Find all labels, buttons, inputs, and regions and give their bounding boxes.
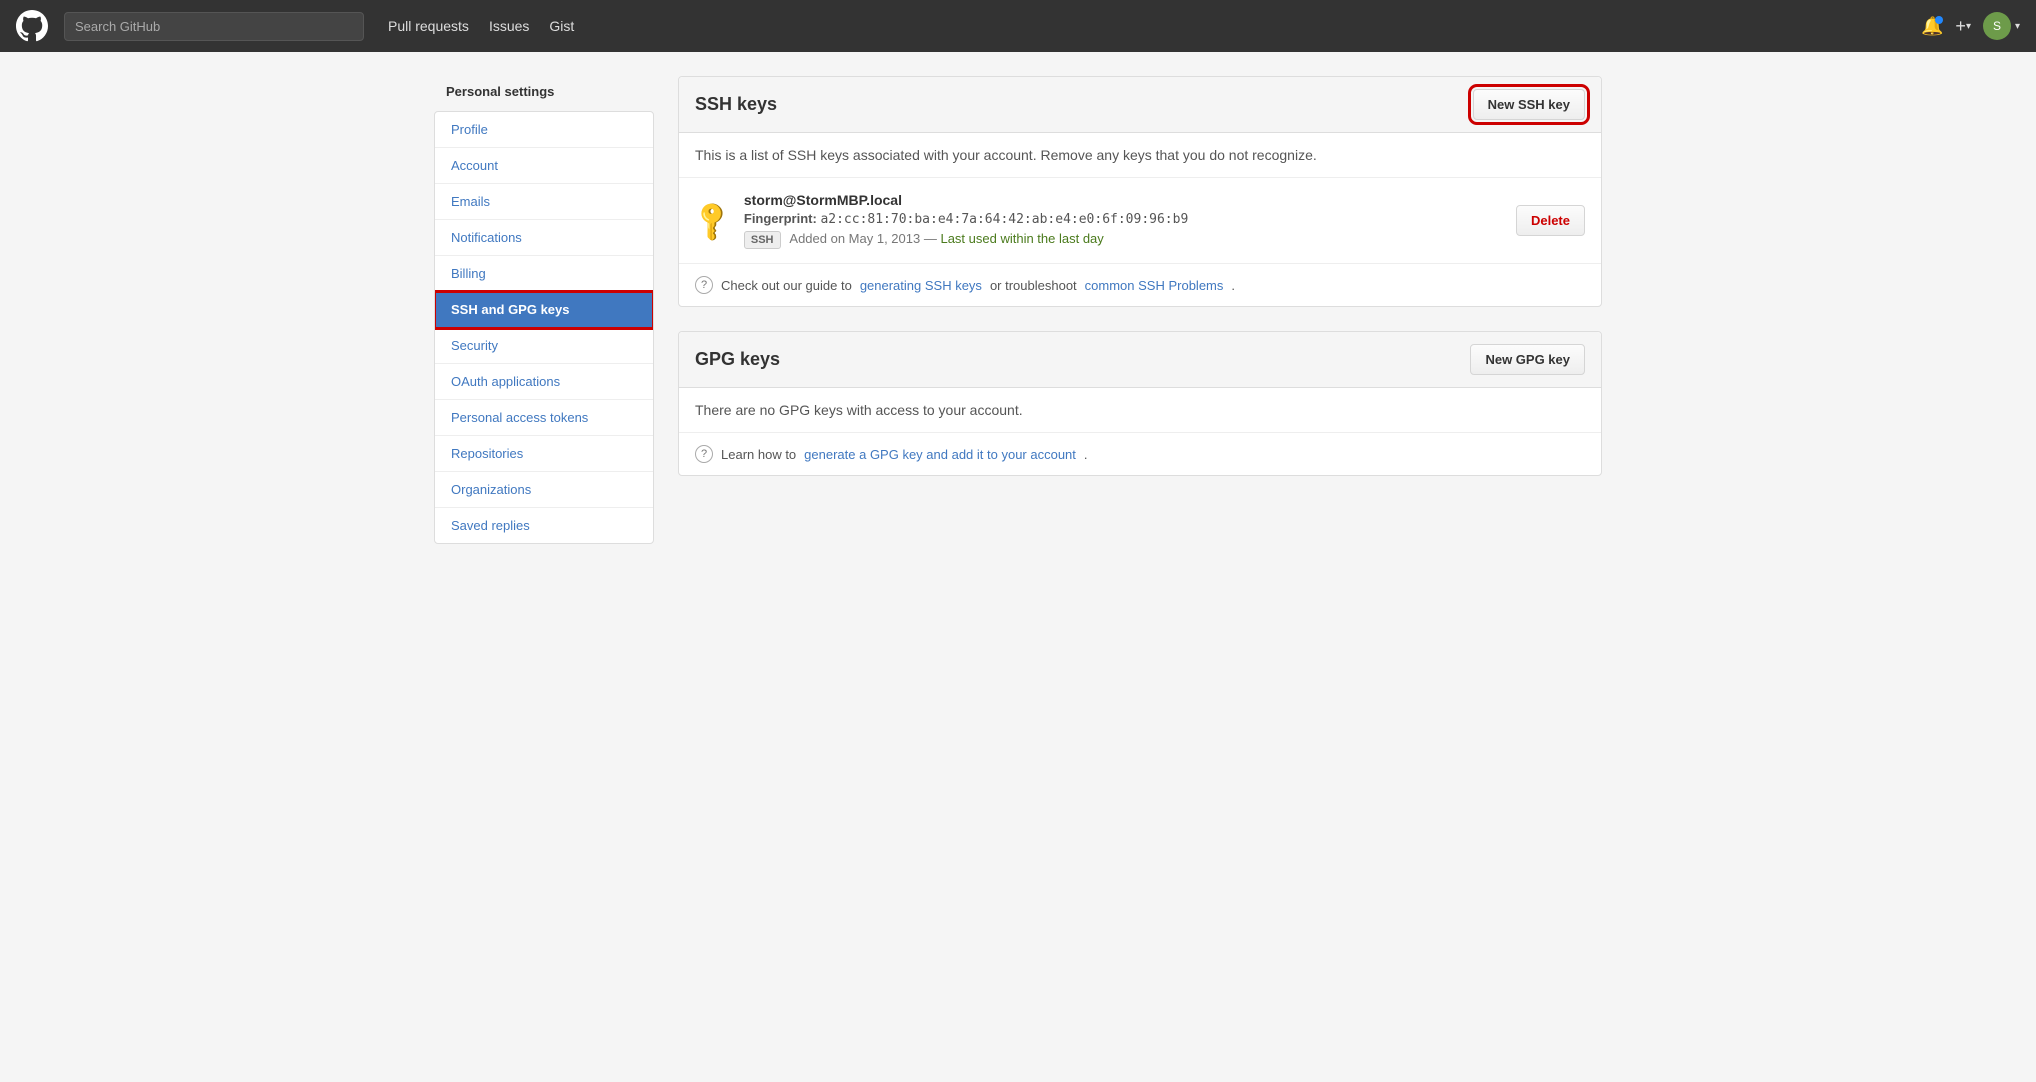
header-nav: Pull requests Issues Gist bbox=[388, 18, 574, 34]
ssh-key-item: 🔑 storm@StormMBP.local Fingerprint: a2:c… bbox=[679, 178, 1601, 264]
ssh-badge: SSH bbox=[744, 231, 781, 249]
sidebar-item-organizations[interactable]: Organizations bbox=[435, 472, 653, 508]
sidebar-item-billing[interactable]: Billing bbox=[435, 256, 653, 292]
sidebar-item-oauth-applications[interactable]: OAuth applications bbox=[435, 364, 653, 400]
key-details: storm@StormMBP.local Fingerprint: a2:cc:… bbox=[744, 192, 1502, 249]
key-last-used: Last used within the last day bbox=[940, 231, 1103, 246]
nav-pull-requests[interactable]: Pull requests bbox=[388, 18, 469, 34]
sidebar-item-ssh-gpg-keys[interactable]: SSH and GPG keys bbox=[435, 292, 653, 328]
ssh-help-suffix: . bbox=[1231, 278, 1235, 293]
gpg-keys-title: GPG keys bbox=[695, 349, 780, 370]
new-gpg-key-button[interactable]: New GPG key bbox=[1470, 344, 1585, 375]
common-ssh-problems-link[interactable]: common SSH Problems bbox=[1085, 278, 1224, 293]
notification-dot bbox=[1935, 16, 1943, 24]
ssh-keys-section: SSH keys New SSH key This is a list of S… bbox=[678, 76, 1602, 307]
add-button[interactable]: + ▾ bbox=[1955, 16, 1971, 37]
plus-icon: + bbox=[1955, 16, 1966, 37]
delete-key-button[interactable]: Delete bbox=[1516, 205, 1585, 236]
gpg-help-suffix: . bbox=[1084, 447, 1088, 462]
new-ssh-key-button[interactable]: New SSH key bbox=[1473, 89, 1585, 120]
generating-ssh-keys-link[interactable]: generating SSH keys bbox=[860, 278, 982, 293]
sidebar-item-emails[interactable]: Emails bbox=[435, 184, 653, 220]
notifications-bell-button[interactable]: 🔔 bbox=[1921, 16, 1943, 37]
gpg-help-icon: ? bbox=[695, 445, 713, 463]
fingerprint-value: a2:cc:81:70:ba:e4:7a:64:42:ab:e4:e0:6f:0… bbox=[820, 212, 1188, 227]
key-fingerprint: Fingerprint: a2:cc:81:70:ba:e4:7a:64:42:… bbox=[744, 211, 1502, 227]
github-logo-icon[interactable] bbox=[16, 10, 48, 42]
sidebar-item-notifications[interactable]: Notifications bbox=[435, 220, 653, 256]
chevron-down-icon: ▾ bbox=[1966, 21, 1971, 32]
key-name: storm@StormMBP.local bbox=[744, 192, 1502, 208]
sidebar-item-saved-replies[interactable]: Saved replies bbox=[435, 508, 653, 543]
search-input[interactable] bbox=[64, 12, 364, 41]
sidebar: Personal settings Profile Account Emails… bbox=[434, 76, 654, 544]
header: Pull requests Issues Gist 🔔 + ▾ S ▾ bbox=[0, 0, 2036, 52]
gpg-help-text: ? Learn how to generate a GPG key and ad… bbox=[679, 433, 1601, 475]
gpg-help-prefix: Learn how to bbox=[721, 447, 796, 462]
gpg-empty-text: There are no GPG keys with access to you… bbox=[679, 388, 1601, 433]
sidebar-item-repositories[interactable]: Repositories bbox=[435, 436, 653, 472]
sidebar-nav: Profile Account Emails Notifications Bil… bbox=[434, 111, 654, 544]
gpg-keys-header: GPG keys New GPG key bbox=[679, 332, 1601, 388]
ssh-keys-title: SSH keys bbox=[695, 94, 777, 115]
nav-issues[interactable]: Issues bbox=[489, 18, 529, 34]
sidebar-title: Personal settings bbox=[434, 76, 654, 107]
nav-gist[interactable]: Gist bbox=[549, 18, 574, 34]
gpg-key-guide-link[interactable]: generate a GPG key and add it to your ac… bbox=[804, 447, 1076, 462]
main-content: SSH keys New SSH key This is a list of S… bbox=[678, 76, 1602, 544]
key-added-date: Added on May 1, 2013 — bbox=[789, 231, 936, 246]
user-menu[interactable]: S ▾ bbox=[1983, 12, 2020, 40]
ssh-help-text: ? Check out our guide to generating SSH … bbox=[679, 264, 1601, 306]
sidebar-item-profile[interactable]: Profile bbox=[435, 112, 653, 148]
help-icon: ? bbox=[695, 276, 713, 294]
chevron-down-icon: ▾ bbox=[2015, 21, 2020, 32]
avatar: S bbox=[1983, 12, 2011, 40]
sidebar-item-security[interactable]: Security bbox=[435, 328, 653, 364]
key-icon: 🔑 bbox=[688, 197, 736, 245]
ssh-keys-header: SSH keys New SSH key bbox=[679, 77, 1601, 133]
fingerprint-label: Fingerprint: bbox=[744, 211, 817, 226]
ssh-keys-description: This is a list of SSH keys associated wi… bbox=[679, 133, 1601, 178]
header-right: 🔔 + ▾ S ▾ bbox=[1921, 12, 2020, 40]
key-meta: SSH Added on May 1, 2013 — Last used wit… bbox=[744, 231, 1502, 249]
ssh-help-middle: or troubleshoot bbox=[990, 278, 1077, 293]
sidebar-item-personal-access-tokens[interactable]: Personal access tokens bbox=[435, 400, 653, 436]
sidebar-item-account[interactable]: Account bbox=[435, 148, 653, 184]
gpg-keys-section: GPG keys New GPG key There are no GPG ke… bbox=[678, 331, 1602, 476]
page-container: Personal settings Profile Account Emails… bbox=[418, 76, 1618, 544]
ssh-help-prefix: Check out our guide to bbox=[721, 278, 852, 293]
